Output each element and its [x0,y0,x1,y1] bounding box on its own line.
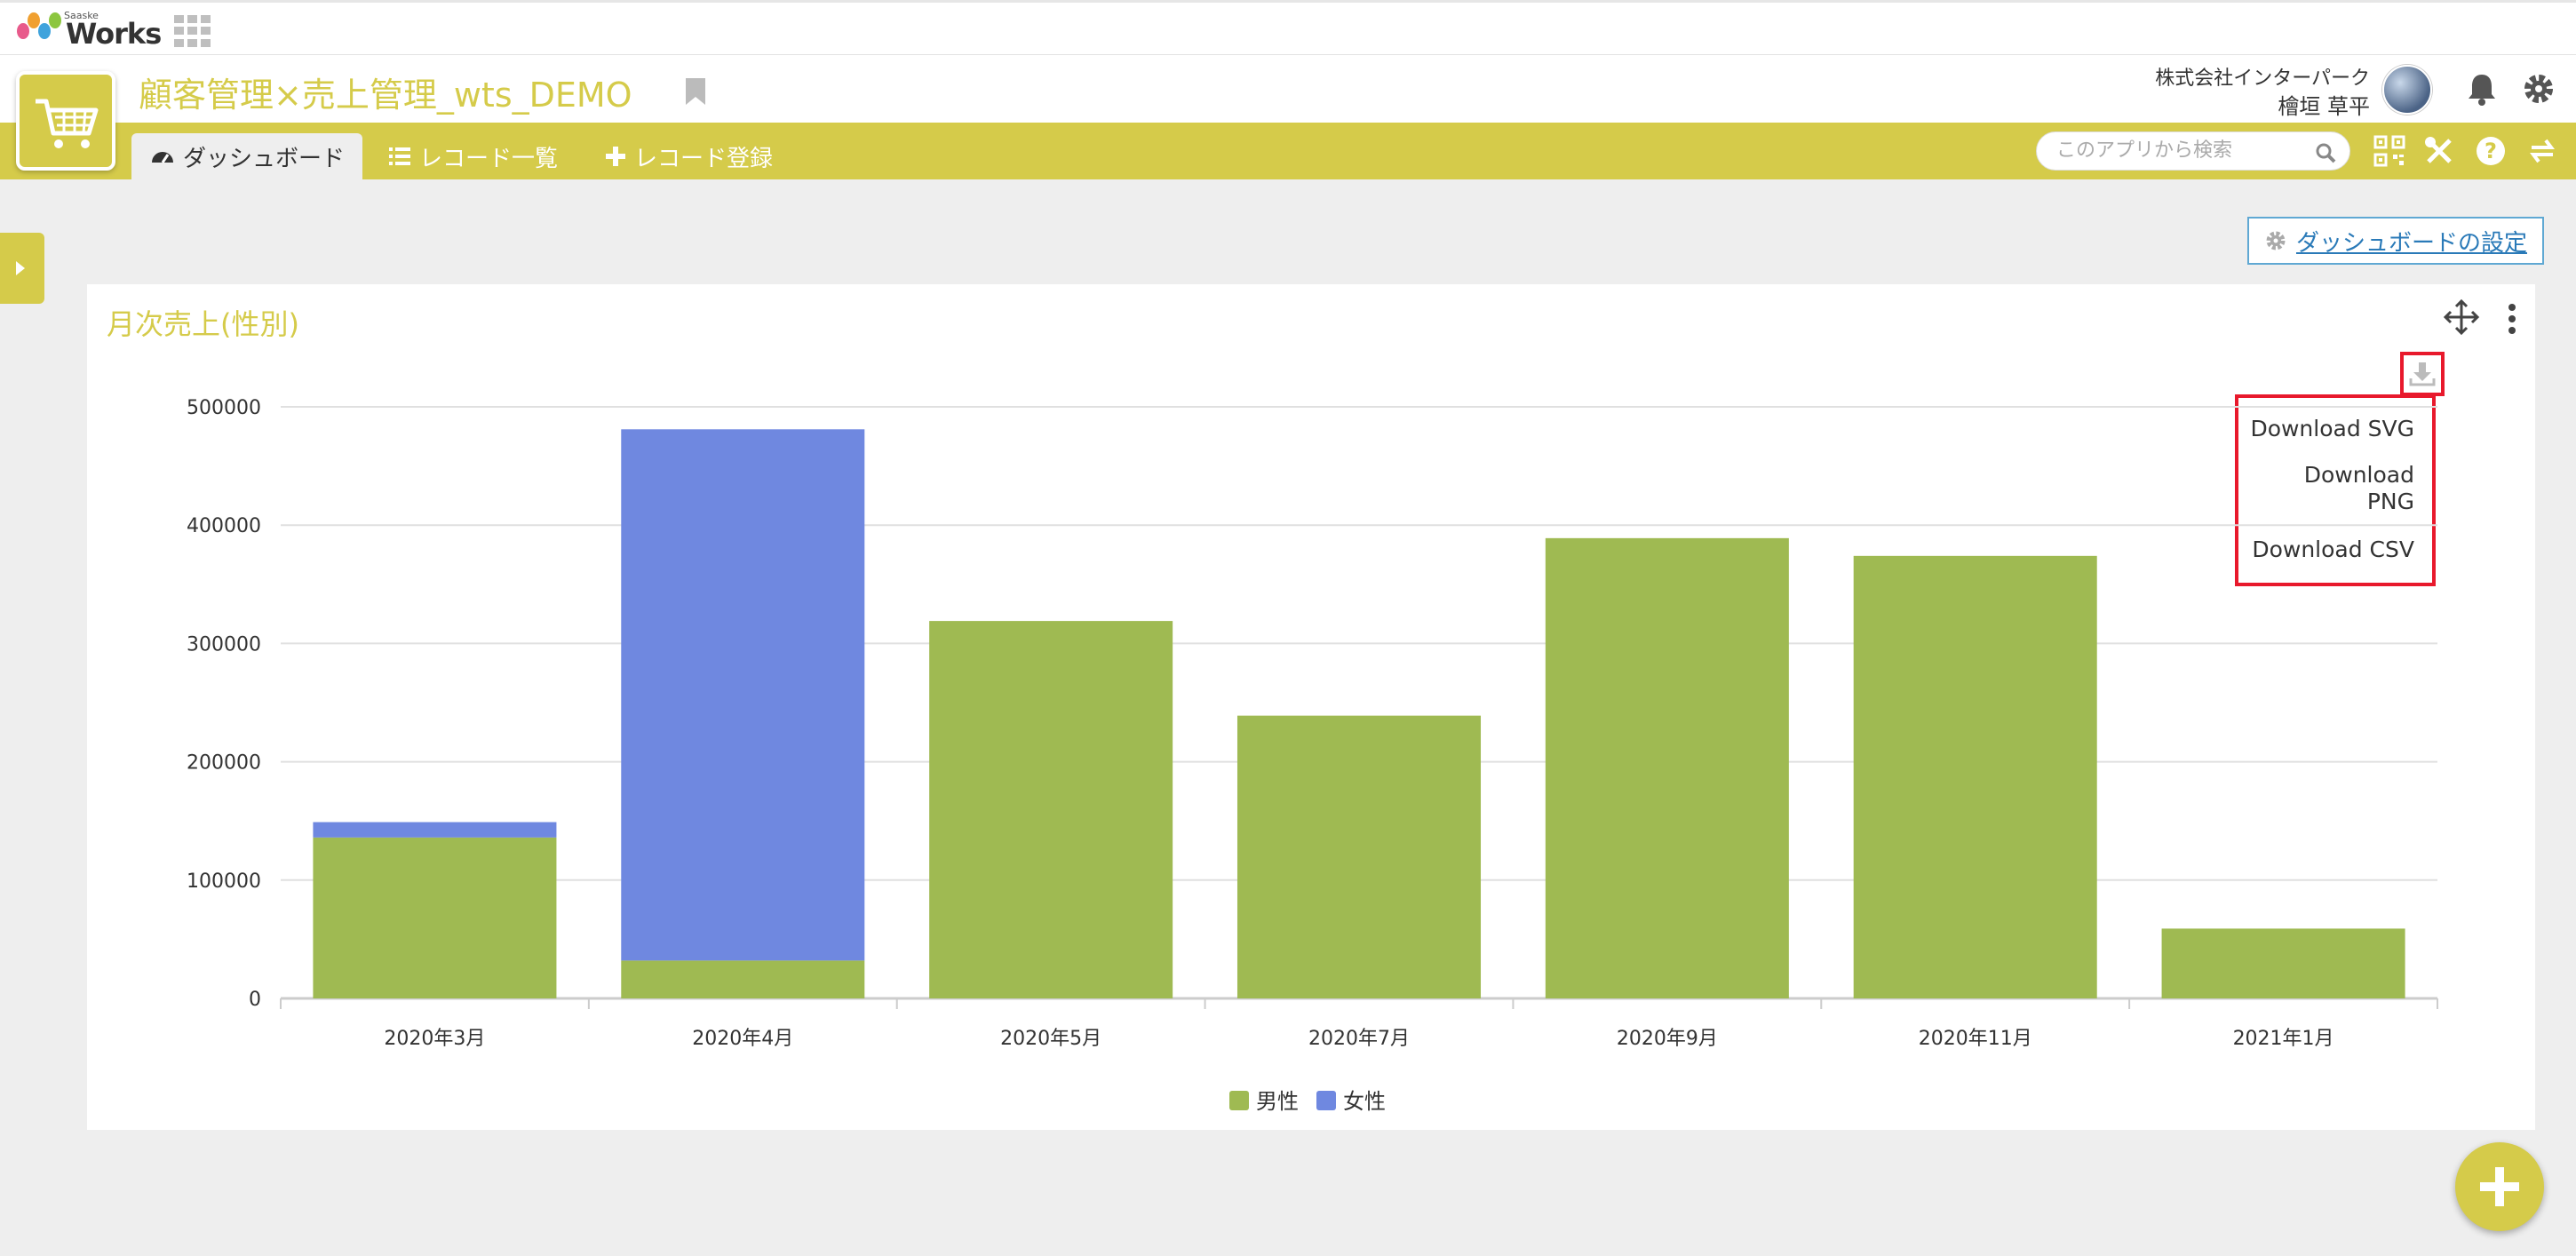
download-png-item[interactable]: Download PNG [2299,462,2414,515]
plus-icon [606,147,625,166]
gear-icon [2266,231,2286,250]
chevron-right-icon [16,261,25,275]
top-bar: Saaske Works [0,0,2576,55]
user-name[interactable]: 檜垣 草平 [2278,89,2370,120]
widget-title: 月次売上(性別) [107,307,299,341]
tab-label: ダッシュボード [183,145,346,172]
download-icon [2409,362,2436,386]
bar-male[interactable] [1853,555,2097,998]
chart-download-button[interactable] [2400,352,2445,396]
bar-female[interactable] [313,822,557,838]
shopping-cart-icon [36,99,99,148]
list-icon [389,147,410,165]
download-menu: Download SVG Download PNG Download CSV [2235,394,2436,586]
bar-male[interactable] [313,837,557,998]
search-input[interactable] [2056,139,2314,162]
apps-grid-icon[interactable] [174,15,211,47]
works-logo[interactable]: Saaske Works [14,8,162,51]
tools-icon[interactable] [2423,135,2455,167]
logo-drops-icon [17,12,61,39]
bookmark-icon[interactable] [684,76,707,107]
bar-male[interactable] [1236,715,1482,998]
app-title: 顧客管理×売上管理_wts_DEMO [139,76,632,115]
gear-icon[interactable] [2521,71,2556,107]
tab-record-list[interactable]: レコード一覧 [387,133,558,179]
bar-male[interactable] [621,960,865,998]
download-svg-item[interactable]: Download SVG [2250,416,2414,442]
sync-icon[interactable] [2526,135,2558,167]
more-vertical-icon[interactable] [2503,300,2521,338]
bar-male[interactable] [929,621,1173,998]
bar-female[interactable] [621,429,865,961]
dashboard-settings-label: ダッシュボードの設定 [2295,229,2527,257]
help-icon[interactable]: ? [2475,135,2507,167]
search-icon[interactable] [2314,141,2337,164]
sidebar-toggle[interactable] [0,233,44,304]
qr-code-icon[interactable] [2373,135,2405,167]
bell-icon[interactable] [2464,71,2500,107]
search-box [2036,131,2350,171]
tab-label: レコード登録 [634,145,774,172]
bar-male[interactable] [1545,537,1789,998]
add-record-fab[interactable] [2455,1142,2544,1231]
svg-text:?: ? [2485,139,2497,163]
app-icon [16,71,115,171]
plus-icon [2480,1167,2519,1206]
bar-male[interactable] [2161,928,2405,998]
chart-widget [87,284,2535,1130]
move-icon[interactable] [2443,298,2480,336]
dashboard-settings-button[interactable]: ダッシュボードの設定 [2247,217,2544,265]
company-name: 株式会社インターパーク [2155,68,2370,90]
avatar[interactable] [2382,65,2432,115]
tab-dashboard[interactable]: ダッシュボード [131,133,363,179]
download-csv-item[interactable]: Download CSV [2252,537,2414,563]
speedometer-icon [152,152,173,163]
tab-label: レコード一覧 [419,145,559,172]
brand-name: Works [66,17,162,51]
tab-record-register[interactable]: レコード登録 [604,133,773,179]
